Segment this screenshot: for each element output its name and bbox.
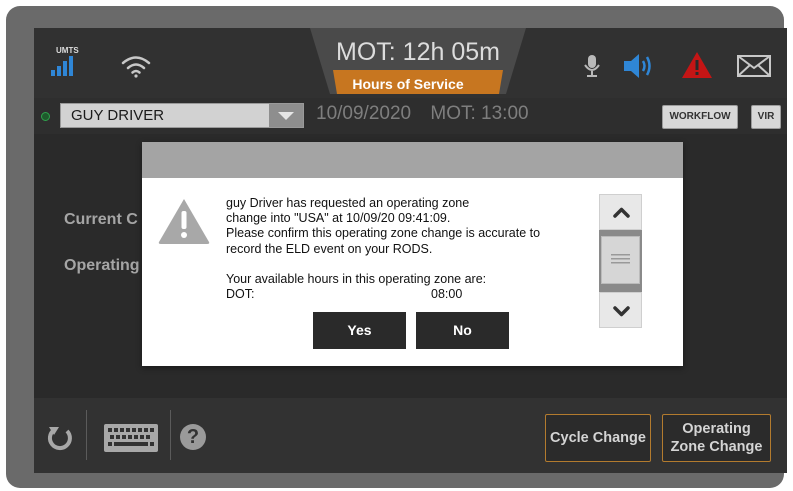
alert-icon[interactable] — [682, 52, 712, 78]
current-cycle-label: Current C — [64, 211, 138, 228]
driver-name: GUY DRIVER — [71, 107, 165, 124]
dialog-message: guy Driver has requested an operating zo… — [226, 196, 586, 302]
message-line: Please confirm this operating zone chang… — [226, 226, 541, 241]
confirm-zone-dialog: guy Driver has requested an operating zo… — [142, 142, 683, 366]
workflow-button[interactable]: WORKFLOW — [662, 105, 738, 129]
zone-change-label-line1: Operating — [682, 421, 751, 437]
wifi-icon — [121, 56, 151, 78]
driver-date: 10/09/2020 — [316, 103, 412, 124]
cycle-change-label: Cycle Change — [550, 430, 646, 446]
chevron-down-icon — [613, 306, 630, 317]
divider — [170, 410, 171, 460]
grip-icon — [611, 254, 630, 264]
warning-icon — [158, 199, 210, 244]
operating-zone-label: Operating — [64, 257, 140, 274]
screen: UMTS MOT: 12h 05m Hours of Service GUY D… — [34, 28, 787, 473]
mail-icon[interactable] — [737, 55, 771, 77]
scroll-up-button[interactable] — [599, 194, 642, 230]
keyboard-icon[interactable] — [104, 424, 158, 452]
signal-icon — [51, 56, 77, 76]
message-line: record the ELD event on your RODS. — [226, 241, 433, 256]
dot-label: DOT: — [226, 287, 255, 302]
divider — [86, 410, 87, 460]
dot-value: 08:00 — [431, 287, 463, 302]
hos-label[interactable]: Hours of Service — [334, 76, 482, 92]
driver-select[interactable]: GUY DRIVER — [60, 103, 304, 128]
chevron-up-icon — [613, 207, 630, 218]
driver-row: GUY DRIVER 10/09/2020 MOT: 13:00 WORKFLO… — [34, 98, 787, 134]
scroll-down-button[interactable] — [599, 292, 642, 328]
chevron-down-icon[interactable] — [269, 104, 303, 127]
zone-change-label-line2: Zone Change — [670, 439, 763, 455]
vir-button[interactable]: VIR — [751, 105, 781, 129]
status-led-icon — [41, 112, 50, 121]
scroll-thumb[interactable] — [601, 236, 640, 284]
no-button[interactable]: No — [416, 312, 509, 349]
message-line: guy Driver has requested an operating zo… — [226, 196, 470, 210]
operating-zone-change-button[interactable]: Operating Zone Change — [662, 414, 771, 462]
status-bar: UMTS MOT: 12h 05m Hours of Service — [34, 28, 787, 98]
yes-button[interactable]: Yes — [313, 312, 406, 349]
network-type-label: UMTS — [56, 46, 79, 55]
mot-time: MOT: 12h 05m — [336, 38, 500, 66]
message-line: Your available hours in this operating z… — [226, 271, 487, 286]
driver-info: 10/09/2020 MOT: 13:00 — [316, 103, 543, 125]
dialog-header — [142, 142, 683, 178]
bottom-toolbar: ? Cycle Change Operating Zone Change — [34, 398, 787, 473]
cycle-change-button[interactable]: Cycle Change — [545, 414, 651, 462]
message-line: change into "USA" at 10/09/20 09:41:09. — [226, 211, 451, 226]
dialog-scrollbar[interactable] — [599, 194, 642, 328]
driver-mot: MOT: 13:00 — [430, 103, 529, 124]
refresh-icon[interactable] — [46, 424, 74, 452]
hours-row: DOT: 08:00 — [226, 287, 586, 302]
speaker-icon[interactable] — [624, 54, 654, 78]
help-icon[interactable]: ? — [180, 424, 206, 450]
device-frame: UMTS MOT: 12h 05m Hours of Service GUY D… — [6, 6, 787, 488]
mic-icon[interactable] — [584, 55, 600, 77]
